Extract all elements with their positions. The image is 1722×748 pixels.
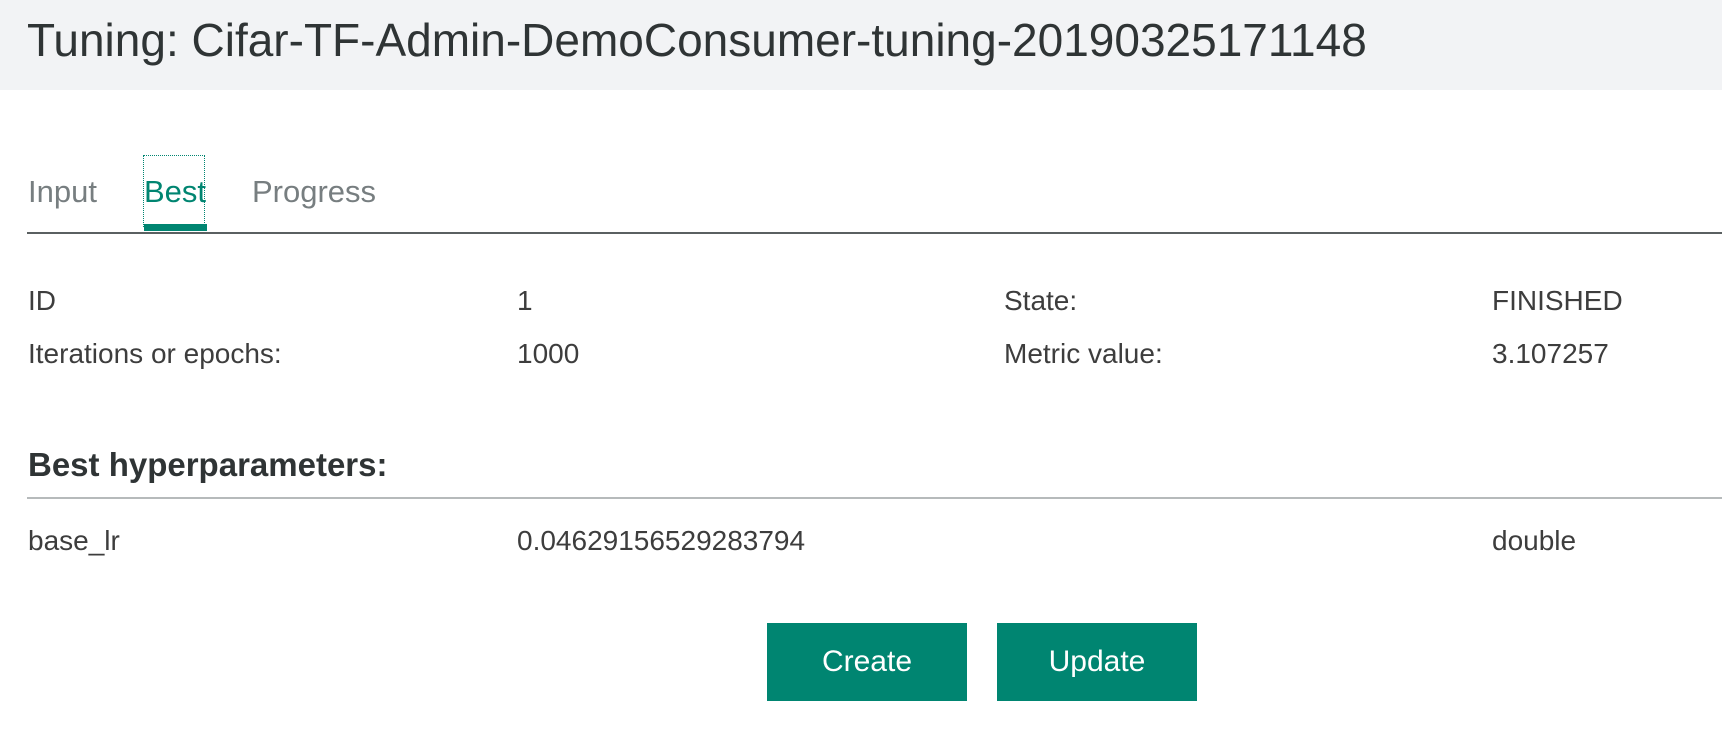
tabs-divider (27, 232, 1722, 234)
page-header: Tuning: Cifar-TF-Admin-DemoConsumer-tuni… (0, 0, 1722, 90)
tab-input[interactable]: Input (28, 172, 97, 212)
id-label: ID (28, 285, 56, 316)
hyperparameters-title: Best hyperparameters: (28, 446, 388, 483)
page-title: Tuning: Cifar-TF-Admin-DemoConsumer-tuni… (27, 14, 1367, 66)
hyperparameter-value: 0.04629156529283794 (517, 525, 806, 556)
state-label: State: (1004, 285, 1078, 316)
hyperparameter-type: double (1492, 525, 1577, 556)
hyperparameters-divider (27, 497, 1722, 499)
hyperparameter-name: base_lr (28, 525, 120, 556)
metric-value: 3.107257 (1492, 338, 1609, 369)
active-tab-indicator (144, 224, 207, 231)
tab-progress[interactable]: Progress (252, 172, 376, 212)
metric-label: Metric value: (1004, 338, 1163, 369)
tab-best[interactable]: Best (143, 155, 207, 227)
iterations-label: Iterations or epochs: (28, 338, 282, 369)
state-value: FINISHED (1492, 285, 1623, 316)
id-value: 1 (517, 285, 533, 316)
update-button[interactable]: Update (997, 623, 1197, 701)
iterations-value: 1000 (517, 338, 580, 369)
tab-best-label: Best (144, 174, 207, 209)
create-button[interactable]: Create (767, 623, 967, 701)
